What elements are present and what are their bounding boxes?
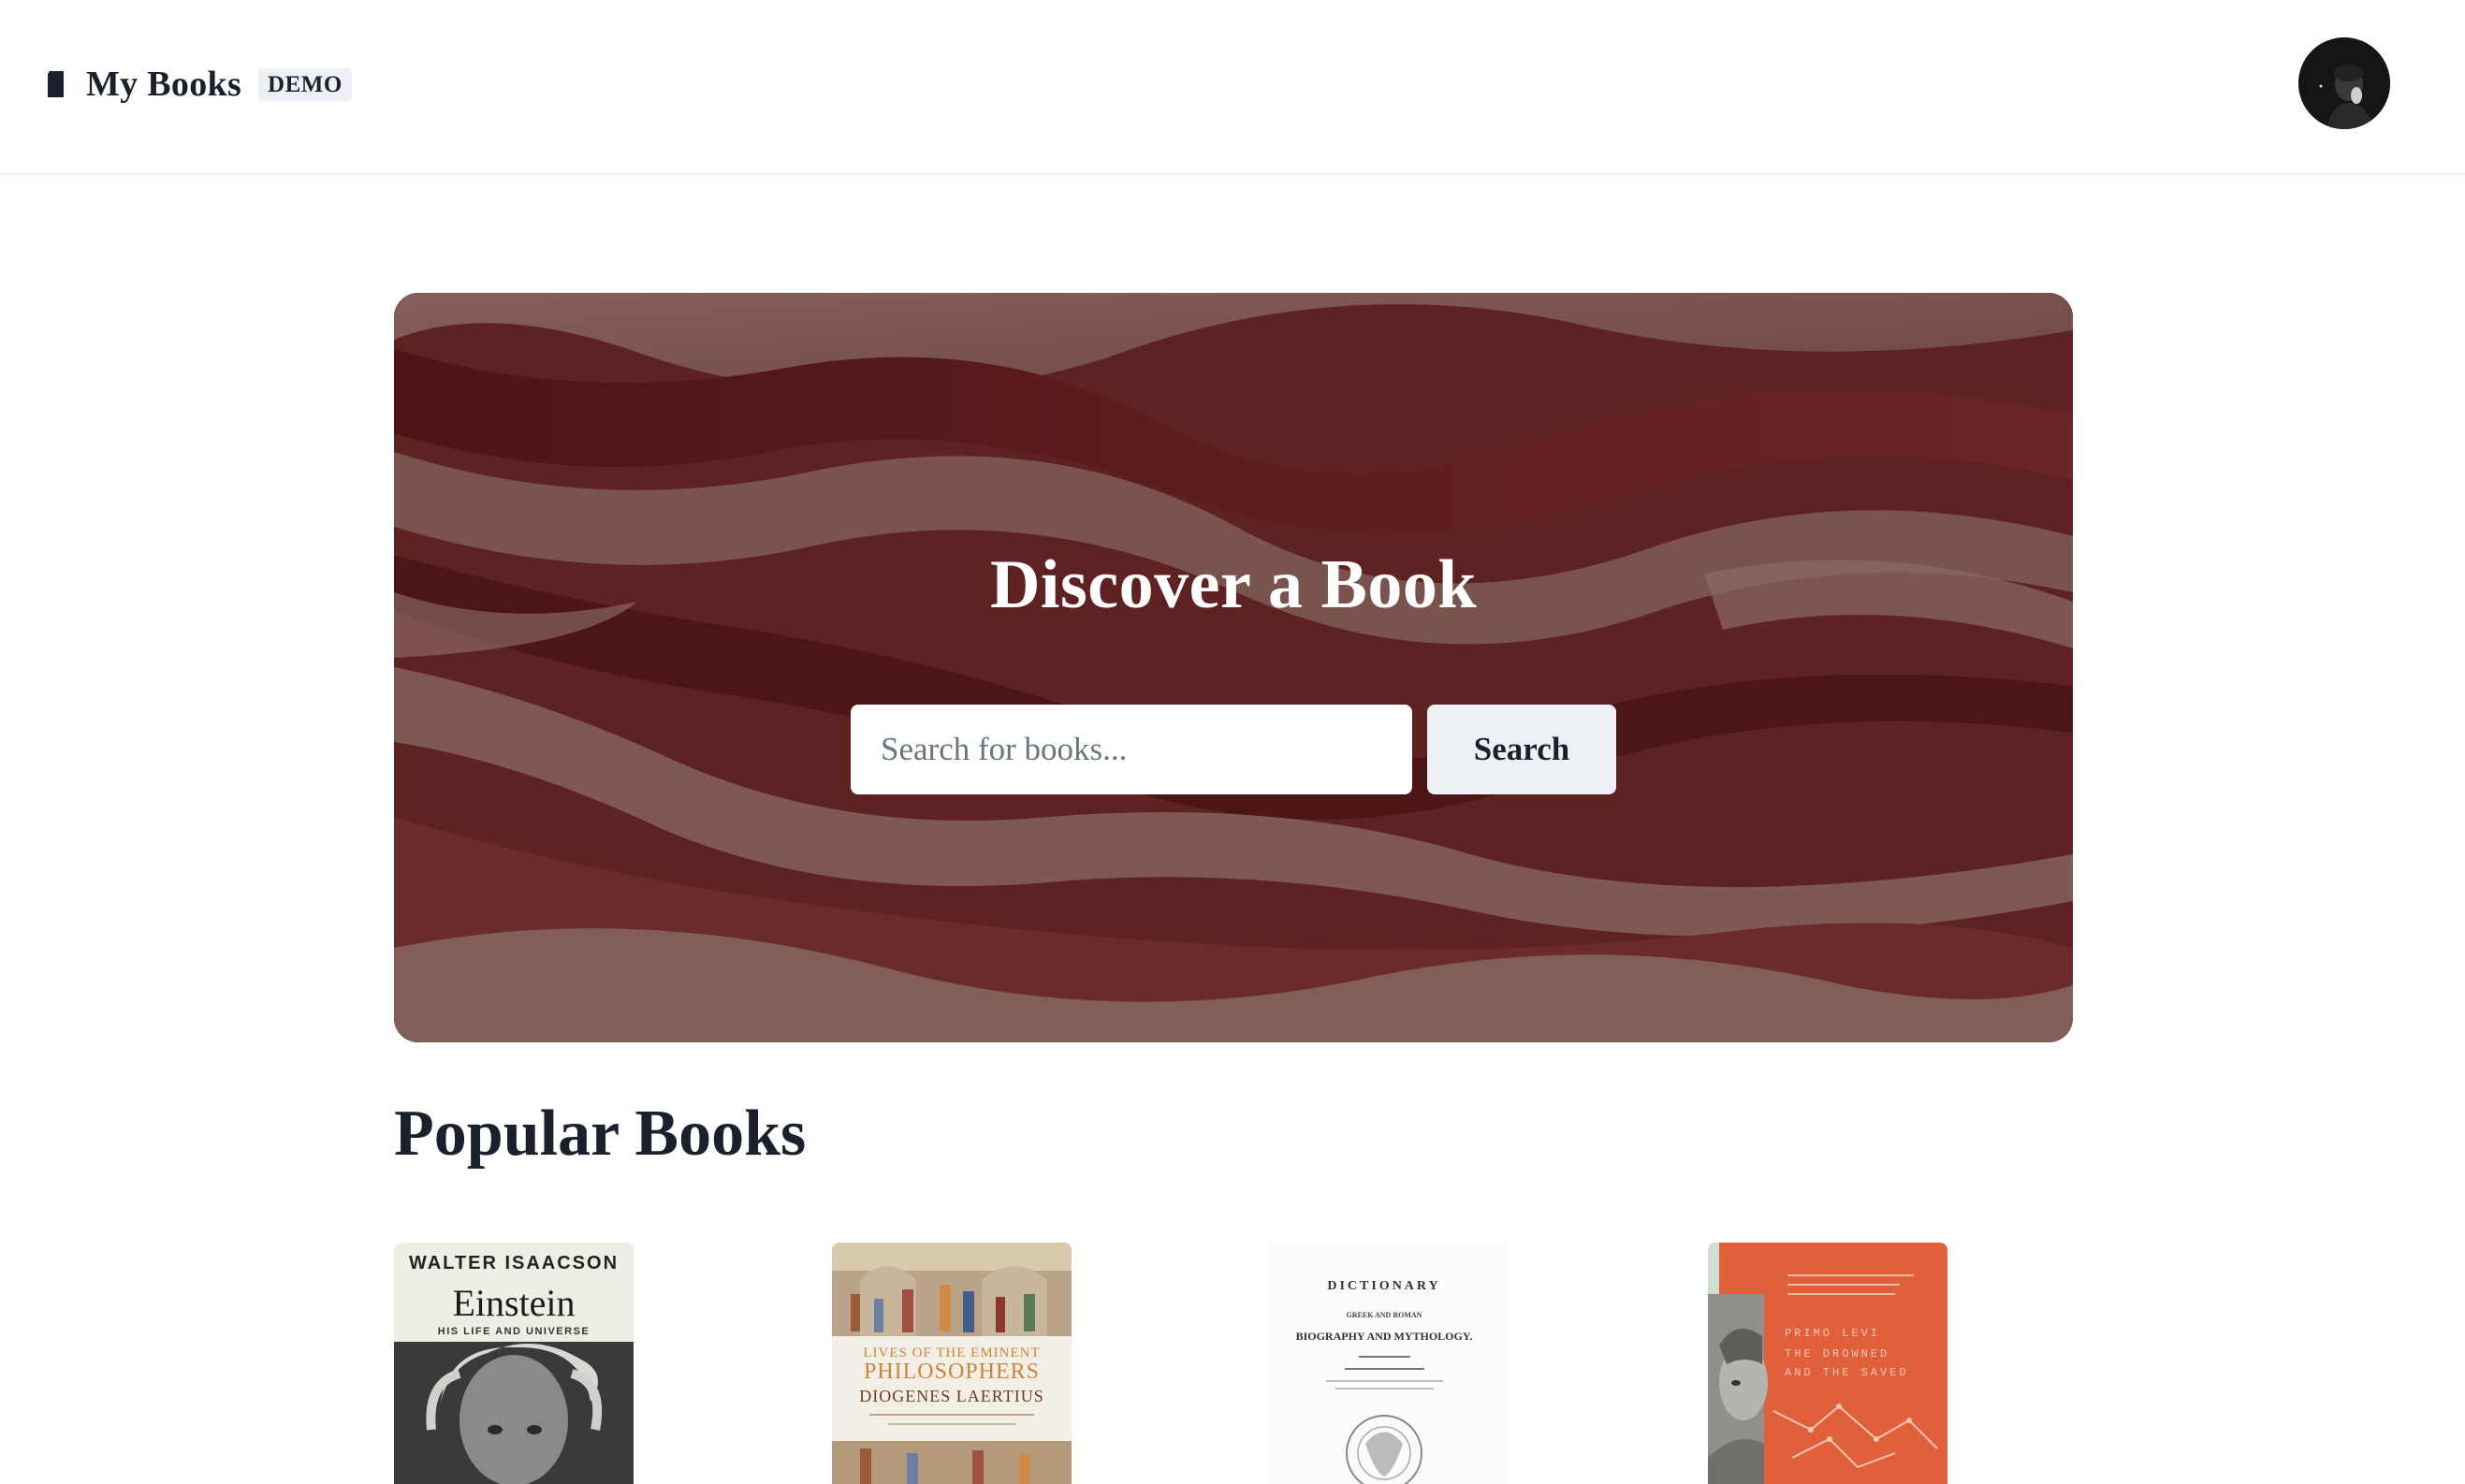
book-cover-line3: BIOGRAPHY AND MYTHOLOGY. [1296, 1330, 1473, 1343]
brand-link[interactable]: My Books DEMO [47, 58, 352, 110]
book-cover-title-line2: PHILOSOPHERS [864, 1360, 1040, 1384]
book-card-lives-of-philosophers[interactable]: LIVES OF THE EMINENT PHILOSOPHERS DIOGEN… [832, 1243, 1072, 1484]
book-cover-line1: DICTIONARY [1327, 1279, 1440, 1293]
book-cover: DICTIONARY GREEK AND ROMAN BIOGRAPHY AND… [1270, 1243, 1510, 1484]
hero-content: Discover a Book Search [394, 293, 2073, 1042]
hero-title: Discover a Book [989, 546, 1477, 623]
avatar-photo [2298, 37, 2390, 129]
book-cover: PRIMO LEVI THE DROWNED AND THE SAVED [1708, 1243, 1947, 1484]
book-icon [48, 71, 64, 97]
book-cover-title-line1: LIVES OF THE EMINENT [863, 1346, 1040, 1360]
user-avatar[interactable] [2298, 37, 2390, 129]
book-cover-subtitle: HIS LIFE AND UNIVERSE [438, 1326, 591, 1337]
popular-books-heading: Popular Books [394, 1098, 807, 1170]
hero-banner: Discover a Book Search [394, 293, 2073, 1042]
book-cover-title-line2: AND THE SAVED [1785, 1366, 1909, 1379]
book-cover-title: Einstein [452, 1282, 575, 1324]
book-cover-line2: GREEK AND ROMAN [1347, 1311, 1422, 1319]
book-cover-author: WALTER ISAACSON [409, 1253, 619, 1273]
book-card-einstein[interactable]: WALTER ISAACSON Einstein HIS LIFE AND UN… [394, 1243, 634, 1484]
search-button[interactable]: Search [1427, 705, 1616, 794]
book-cover-author: DIOGENES LAERTIUS [859, 1387, 1043, 1405]
top-navbar: My Books DEMO [0, 0, 2465, 175]
brand-title: My Books [86, 65, 242, 104]
book-cover: LIVES OF THE EMINENT PHILOSOPHERS DIOGEN… [832, 1243, 1072, 1484]
book-cover-author: PRIMO LEVI [1785, 1327, 1880, 1340]
book-cover-title-line1: THE DROWNED [1785, 1347, 1889, 1360]
search-input[interactable] [851, 705, 1412, 794]
demo-badge: DEMO [258, 67, 352, 101]
book-cover: WALTER ISAACSON Einstein HIS LIFE AND UN… [394, 1243, 634, 1484]
book-card-dictionary-greek-roman[interactable]: DICTIONARY GREEK AND ROMAN BIOGRAPHY AND… [1270, 1243, 1510, 1484]
book-card-drowned-and-saved[interactable]: PRIMO LEVI THE DROWNED AND THE SAVED [1708, 1243, 1947, 1484]
